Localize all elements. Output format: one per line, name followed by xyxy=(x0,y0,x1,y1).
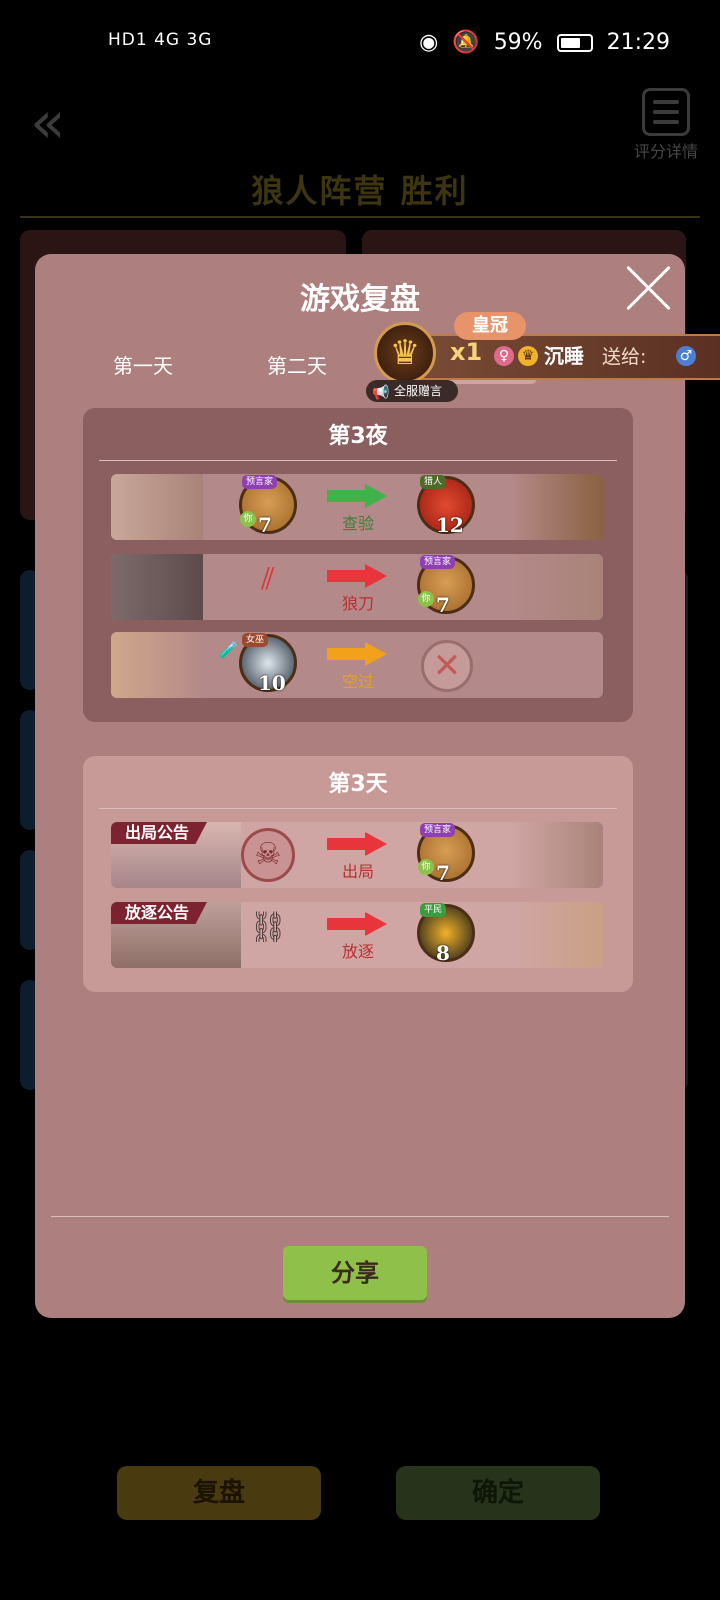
gift-sender: 沉睡 xyxy=(544,344,584,368)
seer-portrait xyxy=(511,554,603,620)
you-badge: 你 xyxy=(418,591,434,607)
send-to-label: 送给: xyxy=(602,346,647,368)
arrow-red-icon xyxy=(327,564,387,588)
game-replay-dialog: 游戏复盘 第一天 第二天 第3夜 预言家 你 7 查验 猎人 12 ⫽ 狼刀 预… xyxy=(35,254,685,1318)
night-title: 第3夜 xyxy=(328,424,388,449)
arrow-red-icon xyxy=(327,912,387,936)
tab-day-1[interactable]: 第一天 xyxy=(113,350,173,379)
action-label: 出局 xyxy=(341,862,374,881)
night-row-pass: 🧪 女巫 10 空过 ✕ xyxy=(111,632,603,698)
gift-banner: ♛ 皇冠 x1 ♀ ♛ 沉睡 送给: ♂ 📢 全服赠言 xyxy=(366,312,720,402)
role-tag: 预言家 xyxy=(242,475,278,489)
announcement-banner: 出局公告 xyxy=(111,822,208,844)
dialog-title: 游戏复盘 xyxy=(300,282,420,317)
no-target-icon: ✕ xyxy=(421,640,473,692)
battery-icon xyxy=(556,33,593,52)
role-tag: 预言家 xyxy=(420,555,456,569)
hunter-portrait xyxy=(511,474,603,540)
handcuffs-icon: ⛓ xyxy=(248,910,288,945)
you-badge: 你 xyxy=(418,859,434,875)
player-avatar: 预言家 你 7 xyxy=(417,823,475,885)
replay-button[interactable]: 复盘 xyxy=(117,1466,321,1520)
back-chevron-icon[interactable]: « xyxy=(30,92,80,152)
role-tag: 平民 xyxy=(420,903,447,917)
player-number: 10 xyxy=(258,671,286,695)
megaphone-icon: 📢 xyxy=(372,385,390,401)
network-indicators: HD1 4G 3G xyxy=(108,30,213,50)
night-section: 第3夜 预言家 你 7 查验 猎人 12 ⫽ 狼刀 预言家 你 7 🧪 女巫 1… xyxy=(83,408,633,722)
share-button[interactable]: 分享 xyxy=(283,1246,427,1300)
badge-label: 全服赠言 xyxy=(394,384,443,398)
claw-icon: ⫽ xyxy=(261,562,275,597)
divider xyxy=(51,1216,669,1217)
player-number: 12 xyxy=(436,513,464,537)
seer-portrait xyxy=(111,474,203,540)
player-avatar: 预言家 你 7 xyxy=(417,555,475,617)
role-tag: 预言家 xyxy=(420,823,456,837)
divider xyxy=(20,216,700,218)
female-icon: ♀ xyxy=(494,346,514,366)
player-number: 7 xyxy=(436,861,450,885)
night-row-check: 预言家 你 7 查验 猎人 12 xyxy=(111,474,603,540)
arrow-green-icon xyxy=(327,484,387,508)
player-avatar: 女巫 10 xyxy=(239,633,297,695)
player-number: 8 xyxy=(436,941,450,965)
close-icon[interactable] xyxy=(623,262,675,314)
gift-count: x1 xyxy=(450,338,483,366)
day-title: 第3天 xyxy=(328,772,388,797)
confirm-button[interactable]: 确定 xyxy=(396,1466,600,1520)
score-detail-label: 评分详情 xyxy=(633,142,698,161)
day-section: 第3天 出局公告 ☠ 出局 预言家 你 7 放逐公告 ⛓ 放逐 平民 8 xyxy=(83,756,633,992)
witch-portrait xyxy=(111,632,203,698)
arrow-orange-icon xyxy=(327,642,387,666)
potion-icon: 🧪 xyxy=(219,640,239,659)
announcement-banner: 放逐公告 xyxy=(111,902,208,924)
result-title: 狼人阵营 胜利 xyxy=(251,172,469,210)
seer-portrait xyxy=(511,822,603,888)
gift-name: 皇冠 xyxy=(454,312,526,340)
day-row-exile: 放逐公告 ⛓ 放逐 平民 8 xyxy=(111,902,603,968)
battery-percent: 59% xyxy=(493,30,543,55)
player-avatar: 猎人 12 xyxy=(417,475,475,537)
divider xyxy=(99,808,617,809)
eye-icon: ◉ xyxy=(419,30,439,55)
tab-day-2[interactable]: 第二天 xyxy=(267,350,327,379)
male-icon: ♂ xyxy=(676,346,696,366)
divider xyxy=(99,460,617,461)
day-row-death: 出局公告 ☠ 出局 预言家 你 7 xyxy=(111,822,603,888)
you-badge: 你 xyxy=(240,511,256,527)
player-number: 7 xyxy=(258,513,272,537)
player-avatar: 预言家 你 7 xyxy=(239,475,297,537)
skull-icon: ☠ xyxy=(241,828,295,882)
bell-off-icon: 🔕 xyxy=(452,30,480,55)
crown-level-icon: ♛ xyxy=(518,346,538,366)
action-label: 查验 xyxy=(341,514,374,533)
arrow-red-icon xyxy=(327,832,387,856)
player-number: 7 xyxy=(436,593,450,617)
role-tag: 猎人 xyxy=(420,475,447,489)
villager-portrait xyxy=(511,902,603,968)
score-detail-button[interactable]: 评分详情 xyxy=(624,88,708,162)
list-icon xyxy=(642,88,690,136)
action-label: 空过 xyxy=(341,672,374,691)
night-row-kill: ⫽ 狼刀 预言家 你 7 xyxy=(111,554,603,620)
crown-icon: ♛ xyxy=(374,322,436,384)
server-broadcast-badge: 📢 全服赠言 xyxy=(366,380,458,402)
action-label: 放逐 xyxy=(341,942,374,961)
wolf-portrait xyxy=(111,554,203,620)
status-bar: HD1 4G 3G ◉ 🔕 59% 21:29 xyxy=(0,0,720,90)
action-label: 狼刀 xyxy=(341,594,374,613)
role-tag: 女巫 xyxy=(242,633,269,647)
player-avatar: 平民 8 xyxy=(417,903,475,965)
clock: 21:29 xyxy=(606,30,670,55)
